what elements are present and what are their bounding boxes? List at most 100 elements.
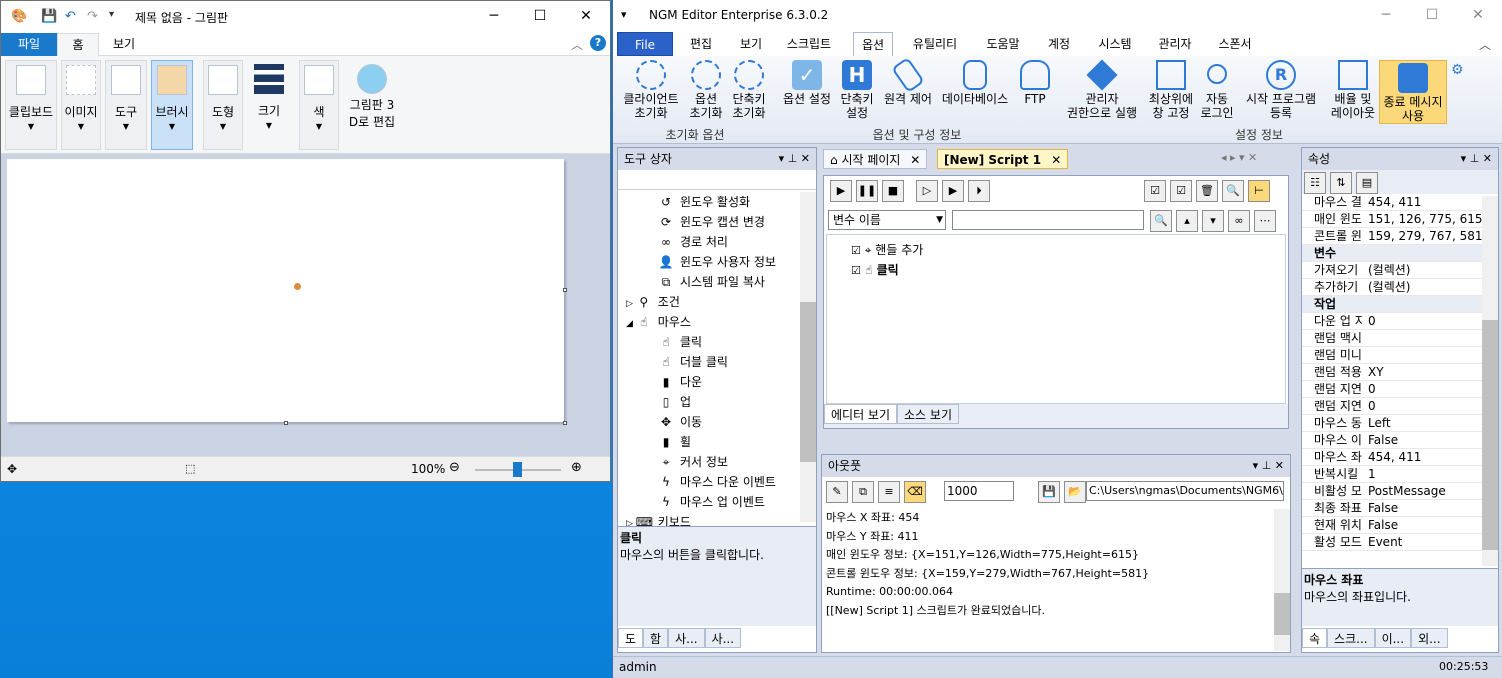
tree-item[interactable]: ▮ 휠 <box>618 432 816 452</box>
tree-item[interactable]: ✥ 이동 <box>618 412 816 432</box>
property-row[interactable]: 가져오기 (컬렉션) <box>1302 262 1484 279</box>
save-icon[interactable]: 💾 <box>41 9 57 24</box>
property-row[interactable]: 랜덤 지연 0 <box>1302 398 1484 415</box>
property-row[interactable]: 다운 업 지 0 <box>1302 313 1484 330</box>
clipboard-button[interactable]: 클립보드 ▼ <box>5 60 57 150</box>
up-icon[interactable]: ▴ <box>1176 210 1198 232</box>
property-row[interactable]: 활성 모드 Event <box>1302 534 1484 551</box>
tab-home[interactable]: 홈 <box>57 33 99 56</box>
script-step[interactable]: ☑ ☝ 클릭 <box>851 261 899 278</box>
zoom-in-icon[interactable]: ⊕ <box>571 460 582 475</box>
tree-item[interactable]: ϟ 마우스 업 이벤트 <box>618 492 816 512</box>
tree-item[interactable]: ↺ 윈도우 활성화 <box>618 192 816 212</box>
tab-script-1[interactable]: [New] Script 1 ✕ <box>937 149 1069 169</box>
menu-sponsor[interactable]: 스폰서 <box>1211 32 1259 56</box>
variable-value-input[interactable] <box>952 210 1144 230</box>
menu-admin[interactable]: 관리자 <box>1151 32 1199 56</box>
tree-group[interactable]: ◢ ☝ 마우스 <box>618 312 816 332</box>
tab-editor-view[interactable]: 에디터 보기 <box>824 404 898 424</box>
auto-login-button[interactable]: 자동 로그인 <box>1199 60 1235 120</box>
tab-image[interactable]: 이... <box>1374 628 1412 648</box>
menu-help[interactable]: 도움말 <box>977 32 1029 56</box>
scale-layout-button[interactable]: 배율 및 레이아웃 <box>1325 60 1381 120</box>
eraser-icon[interactable]: ⌫ <box>904 481 926 503</box>
tab-properties[interactable]: 속 <box>1302 628 1328 648</box>
tab-external[interactable]: 외... <box>1411 628 1448 648</box>
tree-item[interactable]: ▯ 업 <box>618 392 816 412</box>
option-settings-button[interactable]: ✓ 옵션 설정 <box>779 60 835 106</box>
property-row[interactable]: 랜덤 지연 0 <box>1302 381 1484 398</box>
tools-button[interactable]: 도구 ▼ <box>105 60 147 150</box>
resize-handle[interactable] <box>284 421 288 425</box>
shapes-button[interactable]: 도형 ▼ <box>203 60 243 150</box>
step-icon[interactable]: ▷ <box>916 180 938 202</box>
toolbox-scrollbar[interactable] <box>800 192 816 522</box>
run-line-icon[interactable]: ▶ <box>942 180 964 202</box>
property-row[interactable]: 추가하기 (컬렉션) <box>1302 279 1484 296</box>
toolbox-search[interactable] <box>618 170 816 190</box>
uncheck-icon[interactable]: ☑ <box>1170 180 1192 202</box>
menu-system[interactable]: 시스템 <box>1089 32 1141 56</box>
scrollbar-thumb[interactable] <box>1482 320 1498 550</box>
tab-nav-icons[interactable]: ◂ ▸ ▾ ✕ <box>1221 151 1257 164</box>
copy-icon[interactable]: ⧉ <box>852 481 874 503</box>
zoom-out-icon[interactable]: ⊖ <box>449 460 460 475</box>
tab-user-func[interactable]: 사... <box>704 628 742 648</box>
always-on-top-button[interactable]: 최상위에 창 고정 <box>1145 60 1197 120</box>
run-as-admin-button[interactable]: 관리자 권한으로 실행 <box>1059 59 1145 120</box>
ftp-button[interactable]: FTP <box>1017 60 1053 106</box>
property-row[interactable]: 최종 좌표 False <box>1302 500 1484 517</box>
collapse-ribbon-icon[interactable]: ︿ <box>1479 36 1491 53</box>
hotkey-reset-button[interactable]: 단축키 초기화 <box>729 60 769 120</box>
folder-icon[interactable]: 📂 <box>1064 481 1086 503</box>
brush-button[interactable]: 브러시 ▼ <box>151 60 193 150</box>
tree-item[interactable]: 👤 윈도우 사용자 정보 <box>618 252 816 272</box>
properties-scrollbar[interactable] <box>1482 196 1498 566</box>
ngm-menu-icon[interactable]: ▾ <box>621 8 627 21</box>
image-button[interactable]: 이미지 ▼ <box>61 60 101 150</box>
maximize-button[interactable]: ☐ <box>1409 0 1455 32</box>
collapse-ribbon-icon[interactable]: ︿ <box>571 36 583 53</box>
tree-item[interactable]: ☝ 더블 클릭 <box>618 352 816 372</box>
customize-qa-icon[interactable]: ▾ <box>109 9 114 20</box>
property-row[interactable]: 마우스 이동 False <box>1302 432 1484 449</box>
pause-icon[interactable]: ❚❚ <box>856 180 878 202</box>
tree-item[interactable]: ∞ 경로 처리 <box>618 232 816 252</box>
play-icon[interactable]: ▶ <box>830 180 852 202</box>
scrollbar-thumb[interactable] <box>1274 593 1290 635</box>
tree-item[interactable]: ⧉ 시스템 파일 복사 <box>618 272 816 292</box>
property-row[interactable]: 비활성 모드 PostMessage <box>1302 483 1484 500</box>
more-icon[interactable]: ⋯ <box>1254 210 1276 232</box>
tree-group[interactable]: ▷ ⚲ 조건 <box>618 292 816 312</box>
property-category[interactable]: 변수 <box>1302 245 1484 262</box>
drawing-canvas[interactable] <box>7 159 564 422</box>
size-button[interactable]: 크기 ▼ <box>247 60 291 150</box>
output-path-field[interactable]: C:\Users\ngmas\Documents\NGM6\ <box>1086 481 1284 501</box>
sort-az-icon[interactable]: ⇅ <box>1330 172 1352 194</box>
run-to-icon[interactable]: ⏵ <box>968 180 990 202</box>
tree-item[interactable]: ☝ 클릭 <box>618 332 816 352</box>
down-icon[interactable]: ▾ <box>1202 210 1224 232</box>
hotkey-settings-button[interactable]: H 단축키 설정 <box>837 60 877 120</box>
tab-function[interactable]: 함 <box>643 628 669 648</box>
tree-item[interactable]: ⌖ 커서 정보 <box>618 452 816 472</box>
tab-script-list[interactable]: 스크... <box>1327 628 1375 648</box>
menu-options[interactable]: 옵션 <box>853 32 893 56</box>
remote-control-button[interactable]: 원격 제어 <box>879 56 937 106</box>
ribbon-settings-icon[interactable]: ⚙ <box>1451 62 1464 78</box>
menu-utility[interactable]: 유틸리티 <box>903 32 967 56</box>
property-row[interactable]: 랜덤 적용 XY <box>1302 364 1484 381</box>
help-icon[interactable]: ? <box>590 35 606 51</box>
menu-account[interactable]: 계정 <box>1041 32 1077 56</box>
categorized-icon[interactable]: ☷ <box>1304 172 1326 194</box>
property-row[interactable]: 반복시킬 횟 1 <box>1302 466 1484 483</box>
tree-item[interactable]: ϟ 마우스 다운 이벤트 <box>618 472 816 492</box>
loop-icon[interactable]: ∞ <box>1228 210 1250 232</box>
delete-icon[interactable]: 🗑 <box>1196 180 1218 202</box>
list-icon[interactable]: ≡ <box>878 481 900 503</box>
tab-file[interactable]: 파일 <box>1 33 57 56</box>
property-row[interactable]: 마우스 좌표 454, 411 <box>1302 449 1484 466</box>
output-scrollbar[interactable] <box>1274 509 1290 651</box>
property-row[interactable]: 콘트롤 윈도 159, 279, 767, 581 <box>1302 228 1484 245</box>
checkbox-icon[interactable]: ☑ <box>1144 180 1166 202</box>
